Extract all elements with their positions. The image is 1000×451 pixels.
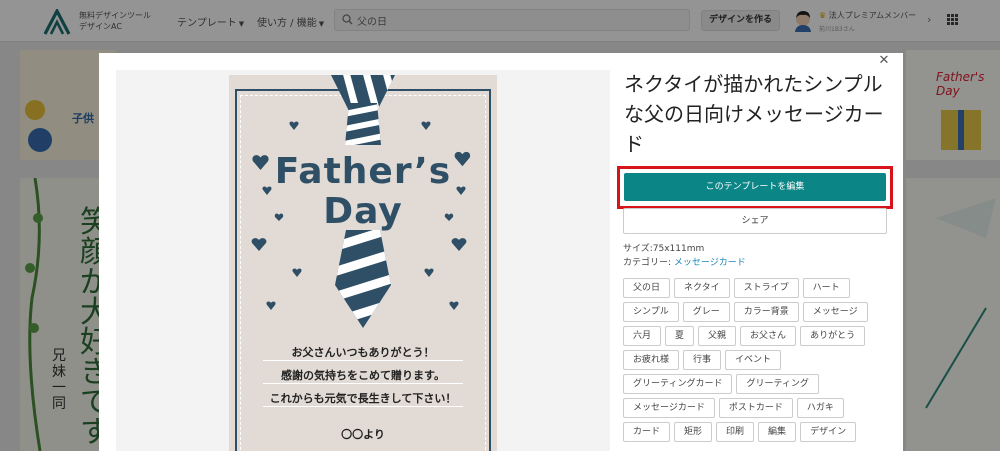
template-category: カテゴリー: メッセージカード: [623, 255, 746, 268]
edit-template-button[interactable]: このテンプレートを編集: [624, 173, 886, 201]
tag-chip[interactable]: お疲れ様: [623, 350, 680, 370]
tie-knot: [345, 103, 381, 145]
tag-chip[interactable]: 編集: [758, 422, 797, 442]
card-signature: 〇〇より: [341, 428, 385, 441]
card-message-1: お父さんいつもありがとう！: [291, 346, 435, 359]
tag-chip[interactable]: ポストカード: [718, 398, 793, 418]
tag-chip[interactable]: メッセージ: [802, 302, 868, 322]
tag-chip[interactable]: 父の日: [623, 278, 671, 298]
tag-chip[interactable]: ありがとう: [800, 326, 866, 346]
tag-chip[interactable]: ハガキ: [796, 398, 844, 418]
tag-chip[interactable]: グリーティング: [736, 374, 819, 394]
card-divider: [263, 383, 463, 384]
tag-list: 父の日 ネクタイ ストライプ ハートシンプル グレー カラー背景 メッセージ六月夏父親 お父さ…: [623, 278, 893, 446]
card-divider: [263, 360, 463, 361]
tag-chip[interactable]: ネクタイ: [674, 278, 730, 298]
tag-chip[interactable]: カラー背景: [733, 302, 799, 322]
tag-chip[interactable]: お父さん: [740, 326, 797, 346]
tag-chip[interactable]: イベント: [725, 350, 782, 370]
card-message-3: これからも元気で長生きして下さい！: [269, 392, 457, 405]
close-icon[interactable]: ✕: [878, 54, 890, 68]
tag-chip[interactable]: 夏: [665, 326, 695, 346]
tag-chip[interactable]: カード: [623, 422, 671, 442]
card-heading-fathers: Father’s: [274, 151, 452, 192]
card-message-2: 感謝の気持ちをこめて贈ります。: [281, 369, 445, 382]
card-heading-day: Day: [323, 191, 403, 232]
tag-chip[interactable]: 印刷: [716, 422, 755, 442]
tag-chip[interactable]: 行事: [683, 350, 722, 370]
tag-chip[interactable]: 六月: [623, 326, 662, 346]
template-detail-modal: ✕ Father’s Day お父さんいつもありがとう！ 感謝の気持ちをこめて贈…: [99, 53, 903, 451]
tag-chip[interactable]: 矩形: [674, 422, 713, 442]
template-size: サイズ:75x111mm: [623, 244, 705, 254]
card-preview[interactable]: Father’s Day お父さんいつもありがとう！ 感謝の気持ちをこめて贈りま…: [229, 75, 497, 451]
tag-chip[interactable]: シンプル: [623, 302, 679, 322]
category-link[interactable]: メッセージカード: [674, 258, 746, 268]
tag-chip[interactable]: グレー: [682, 302, 730, 322]
card-divider: [263, 406, 463, 407]
tag-chip[interactable]: メッセージカード: [623, 398, 715, 418]
tag-chip[interactable]: 父親: [698, 326, 737, 346]
tag-chip[interactable]: デザイン: [800, 422, 857, 442]
tag-chip[interactable]: グリーティングカード: [623, 374, 733, 394]
share-button[interactable]: シェア: [623, 208, 887, 234]
category-prefix: カテゴリー:: [623, 258, 674, 268]
tag-chip[interactable]: ストライプ: [733, 278, 799, 298]
tie-blade: [335, 230, 391, 328]
template-title: ネクタイが描かれたシンプルな父の日向けメッセージカード: [624, 72, 884, 156]
tag-chip[interactable]: ハート: [802, 278, 850, 298]
